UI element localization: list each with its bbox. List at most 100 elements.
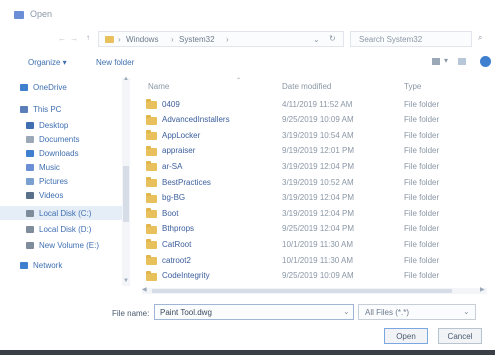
file-date: 10/1/2019 11:30 AM: [282, 255, 354, 265]
computer-icon: [20, 105, 28, 113]
file-row[interactable]: AppLocker 3/19/2019 10:54 AM File folder: [142, 127, 484, 143]
sidebar-item-new-volume-e[interactable]: New Volume (E:): [26, 238, 99, 252]
breadcrumb-windows[interactable]: Windows: [126, 35, 158, 44]
file-type: File folder: [404, 193, 440, 203]
file-date: 3/19/2019 10:52 AM: [282, 177, 354, 187]
sidebar-item-this-pc[interactable]: This PC: [20, 102, 61, 116]
sidebar-item-local-disk-c[interactable]: Local Disk (C:): [0, 206, 122, 220]
sidebar-item-videos[interactable]: Videos: [26, 188, 63, 202]
file-date: 3/19/2019 12:04 PM: [282, 208, 355, 218]
sidebar-item-network[interactable]: Network: [20, 258, 62, 272]
file-row[interactable]: AdvancedInstallers 9/25/2019 10:09 AM File…: [142, 112, 484, 128]
documents-icon: [26, 135, 34, 143]
file-name-value[interactable]: Paint Tool.dwg: [160, 308, 212, 317]
folder-icon: [146, 177, 157, 187]
file-row[interactable]: catroot2 10/1/2019 11:30 AM File folder: [142, 252, 484, 268]
open-button[interactable]: Open: [384, 328, 428, 344]
search-input[interactable]: Search System32: [359, 35, 422, 44]
folder-icon: [146, 114, 157, 125]
sidebar-item-label: Videos: [39, 190, 64, 200]
sidebar-item-label: This PC: [33, 104, 62, 114]
column-header-date[interactable]: Date modified: [282, 82, 331, 91]
nav-scrollbar[interactable]: ▲ ▼: [122, 76, 130, 286]
hscroll-left-icon[interactable]: ◀: [142, 286, 147, 293]
address-dropdown-icon[interactable]: ⌄: [313, 35, 320, 44]
file-name: 0409: [162, 99, 180, 109]
file-row[interactable]: appraiser 9/19/2019 12:01 PM File folder: [142, 143, 484, 159]
sidebar-item-music[interactable]: Music: [26, 160, 60, 174]
back-arrow-icon[interactable]: ←: [58, 34, 66, 43]
open-button-label: Open: [396, 331, 416, 341]
file-row[interactable]: CatRoot 10/1/2019 11:30 AM File folder: [142, 236, 484, 252]
navigation-pane: OneDrive This PC Desktop Documents Downloads…: [0, 76, 132, 288]
file-name: Bthprops: [162, 224, 195, 234]
sidebar-item-local-disk-d[interactable]: Local Disk (D:): [26, 222, 91, 236]
sidebar-item-desktop[interactable]: Desktop: [26, 118, 68, 132]
file-type: File folder: [404, 146, 440, 156]
new-folder-button[interactable]: New folder: [96, 58, 134, 67]
nav-scrollbar-thumb[interactable]: [123, 166, 129, 222]
download-icon: [26, 149, 34, 157]
nav-scrollbar-down-icon[interactable]: ▼: [123, 278, 129, 284]
address-bar[interactable]: › Windows › System32 › ⌄ ↻: [98, 31, 344, 47]
file-row[interactable]: Boot 3/19/2019 12:04 PM File folder: [142, 205, 484, 221]
file-name: CodeIntegrity: [162, 271, 210, 281]
view-dropdown-icon[interactable]: ▾: [444, 56, 448, 65]
folder-icon: [146, 239, 157, 250]
file-row[interactable]: BestPractices 3/19/2019 10:52 AM File fold…: [142, 174, 484, 190]
up-arrow-icon[interactable]: ↑: [86, 33, 90, 42]
search-box[interactable]: Search System32: [350, 31, 472, 47]
folder-icon: [146, 255, 157, 265]
file-row[interactable]: bg-BG 3/19/2019 12:04 PM File folder: [142, 190, 484, 206]
hscroll-thumb[interactable]: [152, 289, 452, 293]
column-header-type[interactable]: Type: [404, 82, 421, 91]
folder-icon: [146, 145, 157, 156]
drive-icon: [26, 209, 34, 217]
file-row[interactable]: CodeIntegrity 9/25/2019 10:09 AM File fold…: [142, 268, 484, 284]
hscroll-right-icon[interactable]: ▶: [480, 286, 485, 293]
forward-arrow-icon[interactable]: →: [70, 34, 78, 43]
sidebar-item-label: New Volume (E:): [39, 240, 100, 250]
help-icon[interactable]: [480, 56, 491, 67]
file-name: AdvancedInstallers: [162, 115, 230, 125]
breadcrumb-system32[interactable]: System32: [179, 35, 215, 44]
refresh-icon[interactable]: ↻: [329, 34, 336, 43]
preview-pane-icon[interactable]: [458, 58, 466, 65]
file-type-filter-value[interactable]: All Files (*.*): [365, 308, 409, 317]
search-icon[interactable]: ⌕: [478, 33, 482, 43]
view-options-icon[interactable]: [432, 58, 440, 65]
sidebar-item-pictures[interactable]: Pictures: [26, 174, 68, 188]
file-row[interactable]: 0409 4/11/2019 11:52 AM File folder: [142, 96, 484, 112]
file-name: ar-SA: [162, 161, 183, 171]
file-date: 4/11/2019 11:52 AM: [282, 99, 353, 109]
nav-scrollbar-up-icon[interactable]: ▲: [123, 76, 129, 82]
file-type: File folder: [404, 99, 440, 109]
file-type: File folder: [404, 224, 440, 234]
file-name-input[interactable]: Paint Tool.dwg ⌄: [154, 304, 354, 320]
title-bar: Open: [0, 0, 495, 28]
sidebar-item-label: Downloads: [39, 148, 79, 158]
file-date: 10/1/2019 11:30 AM: [282, 239, 354, 249]
cancel-button[interactable]: Cancel: [438, 328, 482, 344]
file-name: BestPractices: [162, 177, 211, 187]
folder-icon: [146, 130, 157, 141]
file-row[interactable]: ar-SA 3/19/2019 12:04 PM File folder: [142, 158, 484, 174]
sort-arrow-icon: ⌃: [236, 78, 242, 84]
file-name: Boot: [162, 208, 179, 218]
file-name-dropdown-icon[interactable]: ⌄: [343, 307, 350, 316]
file-type: File folder: [404, 130, 440, 140]
sidebar-item-label: OneDrive: [33, 82, 67, 92]
sidebar-item-label: Local Disk (C:): [39, 208, 92, 218]
organize-button[interactable]: Organize ▾: [28, 58, 67, 67]
file-row[interactable]: Bthprops 9/25/2019 12:04 PM File folder: [142, 221, 484, 237]
sidebar-item-label: Music: [39, 162, 60, 172]
column-header-name[interactable]: Name: [148, 82, 169, 91]
sidebar-item-onedrive[interactable]: OneDrive: [20, 80, 67, 94]
sidebar-item-downloads[interactable]: Downloads: [26, 146, 79, 160]
filter-dropdown-icon[interactable]: ⌄: [463, 307, 470, 316]
file-type-filter[interactable]: All Files (*.*) ⌄: [358, 304, 476, 320]
toolbar: Organize ▾ New folder ▾: [0, 52, 495, 72]
folder-icon: [146, 223, 157, 234]
horizontal-scrollbar[interactable]: ◀ ▶: [142, 286, 487, 294]
sidebar-item-documents[interactable]: Documents: [26, 132, 79, 146]
